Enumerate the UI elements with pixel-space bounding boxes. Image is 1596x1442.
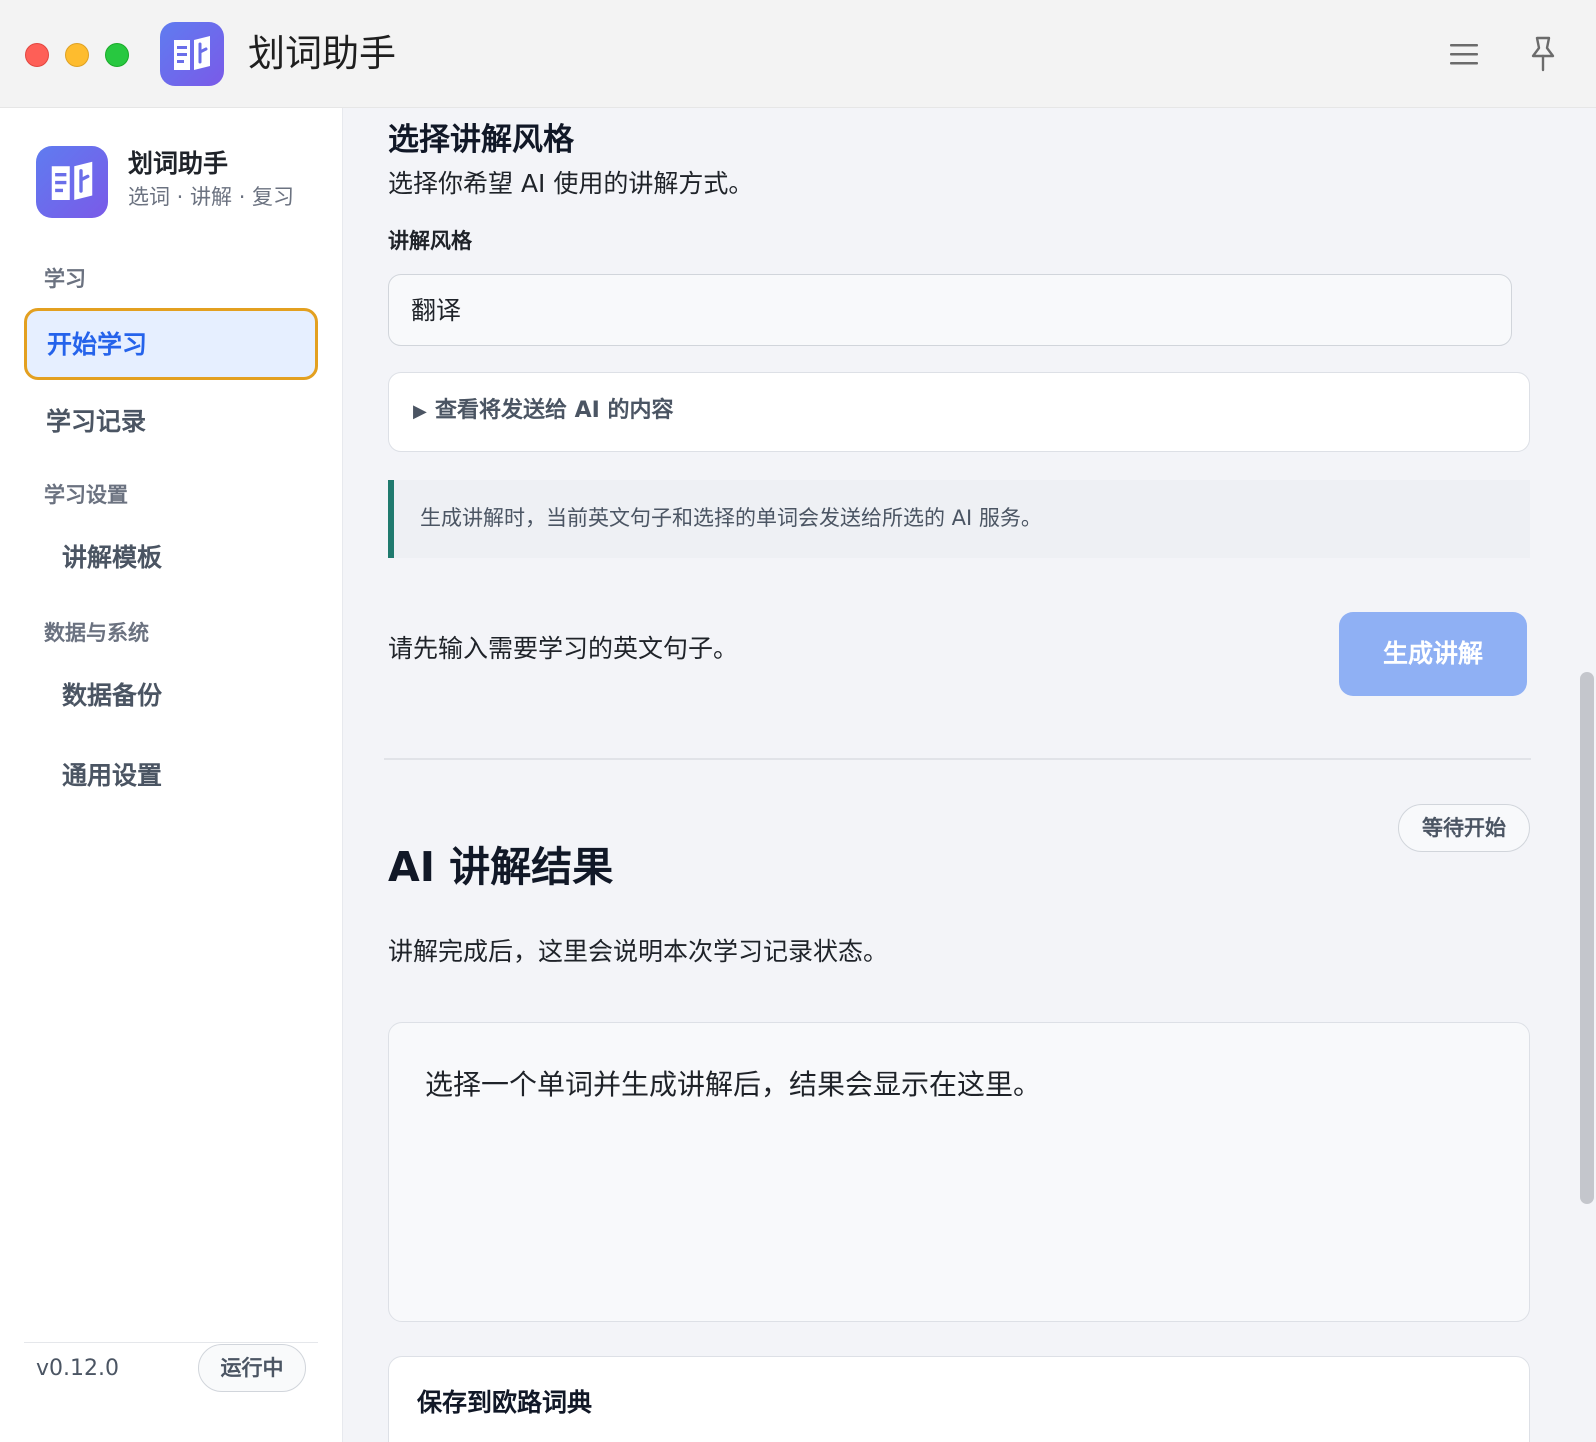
save-to-eudic-panel: 保存到欧路词典 bbox=[388, 1356, 1530, 1442]
result-description: 讲解完成后，这里会说明本次学习记录状态。 bbox=[388, 937, 889, 966]
brand-name: 划词助手 bbox=[128, 149, 229, 178]
running-status-badge: 运行中 bbox=[198, 1344, 306, 1392]
explain-style-value: 翻译 bbox=[411, 296, 462, 325]
result-status-badge: 等待开始 bbox=[1398, 804, 1530, 852]
brand-book-icon bbox=[36, 146, 108, 218]
main-content: 选择讲解风格 选择你希望 AI 使用的讲解方式。 讲解风格 翻译 ▶ 查看将发送… bbox=[344, 108, 1578, 1442]
ai-content-details[interactable]: ▶ 查看将发送给 AI 的内容 bbox=[388, 372, 1530, 452]
sidebar-divider bbox=[24, 1342, 318, 1343]
sidebar-item-data-backup[interactable]: 数据备份 bbox=[62, 678, 162, 714]
sidebar-item-start-study[interactable]: 开始学习 bbox=[24, 308, 318, 380]
title-bar: 划词助手 bbox=[0, 0, 1596, 108]
style-section-heading: 选择讲解风格 bbox=[388, 122, 574, 158]
hamburger-menu-icon[interactable] bbox=[1446, 36, 1482, 72]
close-window-button[interactable] bbox=[25, 43, 49, 67]
app-window: 划词助手 划词助手 选词 · 讲解 · 复习 学习 开始学习 学习记录 学习设置… bbox=[0, 0, 1596, 1442]
nav-section-study: 学习 bbox=[44, 267, 86, 291]
input-hint: 请先输入需要学习的英文句子。 bbox=[388, 634, 739, 663]
sidebar-item-label: 开始学习 bbox=[47, 330, 148, 359]
pin-icon[interactable] bbox=[1525, 34, 1561, 74]
privacy-note: 生成讲解时，当前英文句子和选择的单词会发送给所选的 AI 服务。 bbox=[388, 480, 1530, 558]
window-title: 划词助手 bbox=[248, 32, 396, 75]
result-panel: 选择一个单词并生成讲解后，结果会显示在这里。 bbox=[388, 1022, 1530, 1322]
disclosure-triangle-icon: ▶ bbox=[413, 401, 427, 422]
explain-style-select[interactable]: 翻译 bbox=[388, 274, 1512, 346]
sidebar: 划词助手 选词 · 讲解 · 复习 学习 开始学习 学习记录 学习设置 讲解模板… bbox=[0, 108, 343, 1442]
save-to-eudic-heading: 保存到欧路词典 bbox=[417, 1388, 593, 1417]
version-label: v0.12.0 bbox=[36, 1356, 119, 1381]
result-placeholder: 选择一个单词并生成讲解后，结果会显示在这里。 bbox=[425, 1068, 1042, 1101]
nav-section-study-settings: 学习设置 bbox=[44, 483, 128, 507]
result-heading: AI 讲解结果 bbox=[388, 843, 614, 891]
brand-subtitle: 选词 · 讲解 · 复习 bbox=[128, 185, 295, 209]
brand: 划词助手 选词 · 讲解 · 复习 bbox=[36, 146, 326, 226]
sidebar-item-general-settings[interactable]: 通用设置 bbox=[62, 758, 162, 794]
privacy-note-text: 生成讲解时，当前英文句子和选择的单词会发送给所选的 AI 服务。 bbox=[420, 506, 1042, 530]
ai-content-details-label: 查看将发送给 AI 的内容 bbox=[435, 398, 674, 423]
section-divider bbox=[384, 758, 1531, 760]
app-book-icon bbox=[160, 22, 224, 86]
generate-explanation-button[interactable]: 生成讲解 bbox=[1339, 612, 1527, 696]
style-field-label: 讲解风格 bbox=[388, 229, 472, 253]
sidebar-item-explain-templates[interactable]: 讲解模板 bbox=[62, 540, 162, 576]
main-scrollbar[interactable] bbox=[1578, 108, 1596, 1442]
scrollbar-thumb[interactable] bbox=[1580, 672, 1594, 1204]
style-section-description: 选择你希望 AI 使用的讲解方式。 bbox=[388, 169, 754, 198]
minimize-window-button[interactable] bbox=[65, 43, 89, 67]
zoom-window-button[interactable] bbox=[105, 43, 129, 67]
sidebar-item-study-records[interactable]: 学习记录 bbox=[46, 404, 146, 440]
nav-section-data-system: 数据与系统 bbox=[44, 621, 149, 645]
